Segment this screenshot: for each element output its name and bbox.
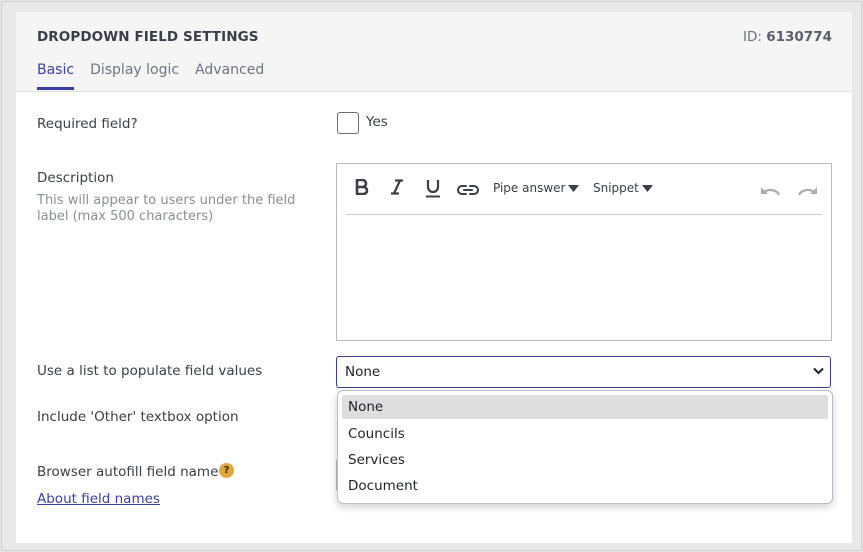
required-field-label: Required field?: [37, 116, 138, 132]
dropdown-option-councils[interactable]: Councils: [342, 422, 828, 446]
list-select[interactable]: None: [336, 356, 831, 388]
snippet-dropdown[interactable]: Snippet: [593, 181, 653, 195]
list-select-value: None: [345, 364, 381, 380]
about-field-names-link[interactable]: About field names: [37, 491, 160, 507]
list-dropdown-menu: None Councils Services Document: [337, 390, 833, 504]
description-editor[interactable]: Pipe answer Snippet: [336, 163, 832, 341]
panel-title: DROPDOWN FIELD SETTINGS: [37, 29, 259, 45]
required-checkbox-label[interactable]: Yes: [366, 114, 388, 130]
bold-icon[interactable]: [355, 178, 369, 199]
field-id-prefix: ID:: [743, 29, 762, 45]
undo-icon[interactable]: [760, 182, 782, 201]
link-icon[interactable]: [457, 181, 479, 200]
tab-bar: Basic Display logic Advanced: [37, 62, 264, 90]
underline-icon[interactable]: [425, 179, 441, 202]
required-checkbox[interactable]: [337, 112, 359, 134]
dialog-frame: DROPDOWN FIELD SETTINGS ID: 6130774 Basi…: [1, 1, 862, 551]
pipe-answer-label: Pipe answer: [493, 181, 566, 195]
snippet-label: Snippet: [593, 181, 639, 195]
caret-down-icon: [641, 184, 653, 192]
editor-toolbar: Pipe answer Snippet: [346, 164, 822, 215]
list-label: Use a list to populate field values: [37, 363, 263, 379]
tab-advanced[interactable]: Advanced: [195, 62, 264, 90]
other-option-label: Include 'Other' textbox option: [37, 409, 239, 425]
description-hint: This will appear to users under the fiel…: [37, 193, 296, 224]
field-id: ID: 6130774: [743, 29, 832, 45]
dropdown-option-none[interactable]: None: [342, 395, 828, 419]
pipe-answer-dropdown[interactable]: Pipe answer: [493, 181, 580, 195]
tab-basic[interactable]: Basic: [37, 62, 75, 90]
dropdown-option-document[interactable]: Document: [342, 474, 828, 498]
description-label: Description: [37, 170, 114, 186]
tab-display-logic[interactable]: Display logic: [90, 62, 179, 90]
italic-icon[interactable]: [390, 179, 404, 199]
field-settings-panel: DROPDOWN FIELD SETTINGS ID: 6130774 Basi…: [16, 12, 852, 543]
chevron-down-icon: [813, 367, 824, 375]
field-id-value: 6130774: [766, 29, 832, 45]
panel-header: DROPDOWN FIELD SETTINGS ID: 6130774 Basi…: [16, 12, 852, 92]
redo-icon[interactable]: [796, 182, 818, 201]
autofill-label: Browser autofill field name: [37, 464, 219, 480]
dropdown-option-services[interactable]: Services: [342, 448, 828, 472]
help-icon[interactable]: ?: [219, 463, 234, 478]
caret-down-icon: [568, 184, 580, 192]
